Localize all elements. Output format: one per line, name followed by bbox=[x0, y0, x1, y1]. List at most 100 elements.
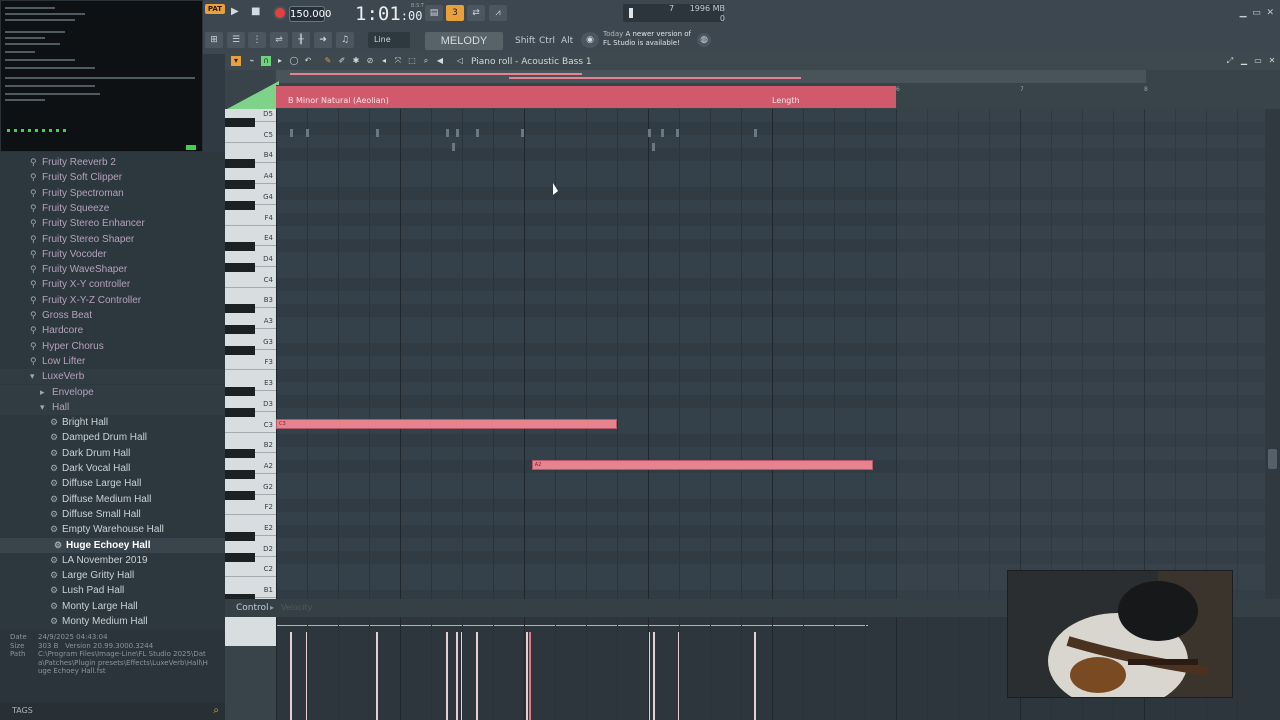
browser-item[interactable]: ▸ Envelope bbox=[0, 384, 225, 400]
mixer-icon[interactable]: ╫ bbox=[292, 32, 310, 48]
minimize-icon[interactable]: ▁ bbox=[1239, 56, 1249, 66]
channel-rack-icon[interactable]: ⋮ bbox=[248, 32, 266, 48]
velocity-stem[interactable] bbox=[476, 632, 478, 720]
brush-icon[interactable]: ✐ bbox=[337, 56, 347, 66]
black-key[interactable] bbox=[225, 532, 255, 541]
black-key[interactable] bbox=[225, 490, 255, 500]
browser-item[interactable]: ⚲ Fruity X-Y-Z Controller bbox=[0, 293, 225, 308]
playhead-marker[interactable] bbox=[227, 81, 279, 109]
velocity-stem[interactable] bbox=[376, 632, 378, 720]
black-key[interactable] bbox=[225, 469, 255, 479]
zoom-icon[interactable]: ⌕ bbox=[421, 56, 431, 66]
maximize-icon[interactable]: ▭ bbox=[1253, 56, 1263, 66]
undo-icon[interactable]: ↶ bbox=[303, 56, 313, 66]
browser-icon[interactable]: ⇌ bbox=[270, 32, 288, 48]
delete-icon[interactable]: ✱ bbox=[351, 56, 361, 66]
select-icon[interactable]: ⬚ bbox=[407, 56, 417, 66]
shift-button[interactable]: Shift bbox=[515, 32, 535, 50]
slice-icon[interactable]: ⤧ bbox=[393, 56, 403, 66]
step-edit-icon[interactable]: ⇄ bbox=[467, 5, 485, 21]
record-icon[interactable] bbox=[273, 6, 287, 20]
browser-item[interactable]: ⚲ Fruity Reeverb 2 bbox=[0, 155, 225, 170]
countdown-icon[interactable]: 3 bbox=[446, 5, 464, 21]
note[interactable]: C3 bbox=[276, 418, 617, 429]
browser-item[interactable]: ⚙ Huge Echoey Hall bbox=[0, 537, 225, 553]
browser-item[interactable]: ⚙ Bright Hall bbox=[0, 415, 225, 430]
ctrl-button[interactable]: Ctrl bbox=[539, 32, 555, 50]
browser-item[interactable]: ⚲ Fruity Squeeze bbox=[0, 201, 225, 216]
close-icon[interactable]: ✕ bbox=[1267, 56, 1277, 66]
browser-item[interactable]: ⚲ Fruity Soft Clipper bbox=[0, 170, 225, 185]
tags-bar[interactable]: TAGS ⌕ bbox=[0, 702, 225, 720]
browser-item[interactable]: ⚲ Low Lifter bbox=[0, 354, 225, 369]
snap-icon[interactable]: ∩ bbox=[261, 56, 271, 66]
velocity-stem[interactable] bbox=[526, 632, 528, 720]
mute-icon[interactable]: ⊘ bbox=[365, 56, 375, 66]
overview-strip[interactable] bbox=[276, 70, 1146, 83]
tempo-display[interactable]: 150.000 bbox=[289, 6, 331, 22]
play-small-icon[interactable]: ▸ bbox=[275, 56, 285, 66]
playback-icon[interactable]: ◀ bbox=[435, 56, 445, 66]
browser-item[interactable]: ⚙ Dark Vocal Hall bbox=[0, 461, 225, 476]
browser-item[interactable]: ⚲ Fruity WaveShaper bbox=[0, 262, 225, 277]
microphone-icon[interactable]: ♫ bbox=[336, 32, 354, 48]
browser-item[interactable]: ⚲ Fruity Spectroman bbox=[0, 186, 225, 201]
record-small-icon[interactable]: ◯ bbox=[289, 56, 299, 66]
velocity-stem[interactable] bbox=[446, 632, 448, 720]
velocity-stem[interactable] bbox=[290, 632, 292, 720]
note-grid[interactable]: C3 A2 bbox=[276, 109, 1265, 646]
black-key[interactable] bbox=[225, 449, 255, 459]
browser-item[interactable]: ⚲ Gross Beat bbox=[0, 308, 225, 323]
black-key[interactable] bbox=[225, 242, 255, 252]
piano-keyboard[interactable]: D5 C5 B4 A4 G4 F4 E4 D4 C4 B3 A3 G3 F3 E3 D3 C3 B2 A2 G2 F2… bbox=[225, 109, 276, 646]
black-key[interactable] bbox=[225, 262, 255, 272]
black-key[interactable] bbox=[225, 159, 255, 169]
browser-item[interactable]: ⚙ Dark Drum Hall bbox=[0, 446, 225, 461]
slip-icon[interactable]: ◂ bbox=[379, 56, 389, 66]
browser-item[interactable]: ⚙ Lush Pad Hall bbox=[0, 583, 225, 598]
browser-item[interactable]: ⚲ Hyper Chorus bbox=[0, 339, 225, 354]
black-key[interactable] bbox=[225, 304, 255, 314]
cpu-icon[interactable]: ◉ bbox=[581, 32, 599, 48]
stop-icon[interactable]: ■ bbox=[251, 6, 263, 18]
black-key[interactable] bbox=[225, 118, 255, 127]
typing-keyboard-icon[interactable]: ▤ bbox=[425, 5, 443, 21]
black-key[interactable] bbox=[225, 180, 255, 190]
black-key[interactable] bbox=[225, 387, 255, 397]
browser-item[interactable]: ⚙ Diffuse Large Hall bbox=[0, 476, 225, 491]
velocity-stem[interactable] bbox=[754, 632, 756, 720]
snap-mode-select[interactable]: Line bbox=[368, 32, 410, 48]
black-key[interactable] bbox=[225, 407, 255, 417]
metronome-icon[interactable]: ⩘ bbox=[489, 5, 507, 21]
snap-grid-icon[interactable]: ⊞ bbox=[205, 32, 223, 48]
velocity-stem[interactable] bbox=[529, 632, 531, 720]
song-time-display[interactable]: 1:01:00 bbox=[355, 2, 422, 26]
browser-item[interactable]: ⚲ Fruity Vocoder bbox=[0, 247, 225, 262]
browser-item[interactable]: ⚙ Diffuse Medium Hall bbox=[0, 492, 225, 507]
search-icon[interactable]: ⌕ bbox=[213, 702, 219, 720]
pattern-song-toggle[interactable]: PAT bbox=[205, 4, 225, 14]
browser-item[interactable]: ⚲ Hardcore bbox=[0, 323, 225, 338]
vertical-scrollbar[interactable] bbox=[1265, 109, 1280, 646]
browser-item[interactable]: ⚙ Monty Large Hall bbox=[0, 599, 225, 614]
black-key[interactable] bbox=[225, 325, 255, 334]
control-arrow-icon[interactable]: ▸ bbox=[270, 599, 274, 617]
browser-item[interactable]: ⚲ Fruity X-Y controller bbox=[0, 277, 225, 292]
browser-item[interactable]: ⚲ Fruity Stereo Shaper bbox=[0, 232, 225, 247]
speaker-icon[interactable]: ◁ bbox=[455, 56, 465, 66]
note[interactable]: A2 bbox=[531, 459, 873, 470]
browser-item[interactable]: ▾ Hall bbox=[0, 399, 225, 415]
piano-roll-icon[interactable]: ☰ bbox=[227, 32, 245, 48]
magnet-icon[interactable]: ⌁ bbox=[247, 56, 257, 66]
browser-item[interactable]: ⚙ Damped Drum Hall bbox=[0, 430, 225, 445]
alt-button[interactable]: Alt bbox=[561, 32, 573, 50]
velocity-stem[interactable] bbox=[653, 632, 655, 720]
news-panel[interactable]: Today A newer version of FL Studio is av… bbox=[603, 30, 703, 48]
globe-icon[interactable]: ◍ bbox=[697, 33, 711, 47]
browser-item[interactable]: ⚙ Large Gritty Hall bbox=[0, 568, 225, 583]
black-key[interactable] bbox=[225, 552, 255, 562]
window-controls[interactable]: ▁ ▭ ✕ bbox=[1240, 8, 1274, 18]
browser-item[interactable]: ▾ LuxeVerb bbox=[0, 369, 225, 385]
browser-item[interactable]: ⚙ Diffuse Small Hall bbox=[0, 507, 225, 522]
black-key[interactable] bbox=[225, 200, 255, 210]
